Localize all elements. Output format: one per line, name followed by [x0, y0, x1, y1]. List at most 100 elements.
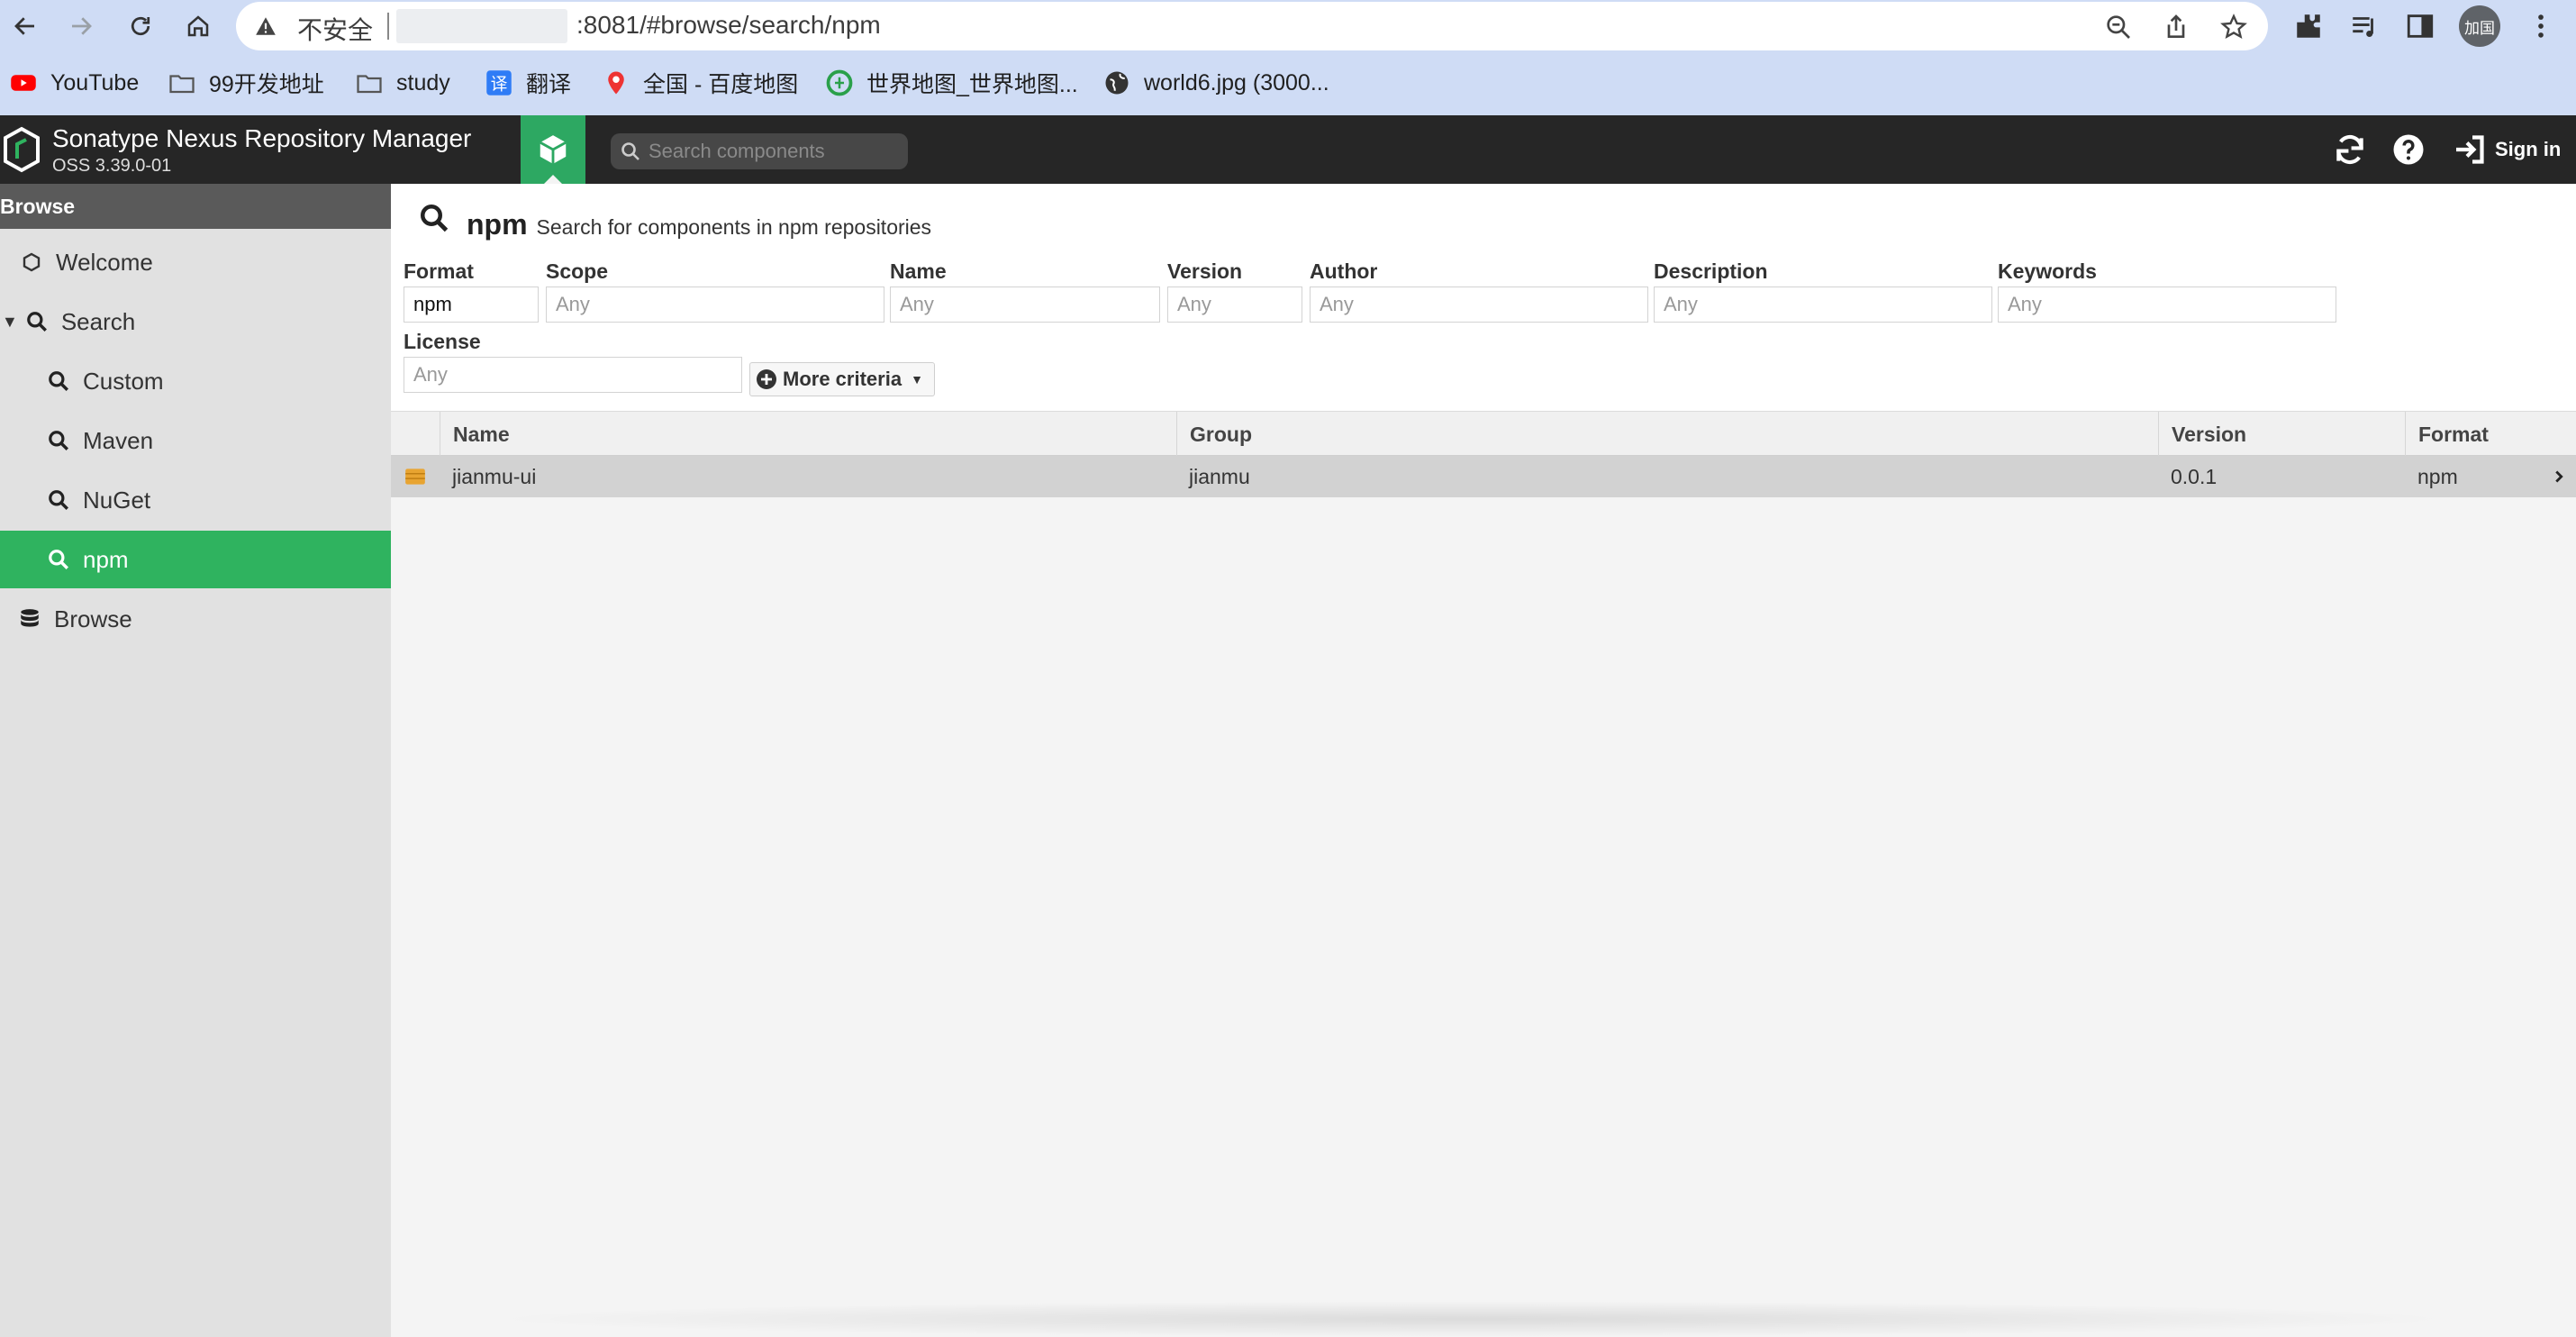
star-icon[interactable] [2219, 13, 2248, 41]
criteria-scope: Scope [546, 259, 884, 323]
column-header-name[interactable]: Name [440, 412, 668, 457]
sidebar-item-welcome[interactable]: Welcome [0, 233, 391, 291]
browse-mode-button[interactable] [521, 115, 585, 184]
browser-toolbar: 不安全 :8081/#browse/search/npm 加国 [0, 0, 2576, 52]
criteria-format: Format [404, 259, 539, 323]
page-title: npm [467, 208, 528, 241]
more-criteria-label: More criteria [783, 368, 903, 390]
back-button[interactable] [7, 8, 43, 44]
sidebar-item-npm[interactable]: npm [0, 531, 391, 588]
sidebar-item-maven[interactable]: Maven [0, 412, 391, 469]
search-icon [47, 369, 70, 393]
sidebar-item-custom[interactable]: Custom [0, 352, 391, 410]
sidebar-item-nuget[interactable]: NuGet [0, 471, 391, 529]
chevron-right-icon[interactable] [2549, 467, 2569, 487]
sidebar-item-label: Custom [83, 367, 164, 395]
name-field[interactable] [890, 286, 1160, 323]
scope-field[interactable] [546, 286, 884, 323]
criteria-label: Name [890, 259, 947, 283]
search-icon [47, 429, 70, 452]
app-title: Sonatype Nexus Repository Manager [52, 124, 472, 152]
forward-button[interactable] [63, 8, 99, 44]
zoom-out-icon[interactable] [2104, 13, 2133, 41]
criteria-keywords: Keywords [1998, 259, 2336, 323]
profile-avatar[interactable]: 加国 [2459, 5, 2500, 47]
share-icon[interactable] [2162, 13, 2191, 41]
reload-icon [131, 16, 150, 36]
bookmark-label: 99开发地址 [209, 72, 324, 97]
search-icon [421, 205, 449, 232]
help-button[interactable] [2392, 130, 2425, 169]
caret-down-icon[interactable]: ▼ [2, 313, 18, 332]
bookmark-world6[interactable]: world6.jpg (3000... [1102, 67, 1329, 99]
sidebar-item-label: Browse [54, 605, 132, 632]
extensions-icon[interactable] [2293, 11, 2324, 41]
hexagon-icon [20, 250, 43, 274]
main-panel: npm Search for components in npm reposit… [391, 184, 2576, 1337]
sign-in-button[interactable]: Sign in [2454, 130, 2561, 169]
warning-icon [256, 17, 276, 35]
search-criteria-panel: npm Search for components in npm reposit… [391, 184, 2576, 411]
bookmark-label: 全国 - 百度地图 [643, 72, 799, 97]
sidebar-item-search[interactable]: ▼ Search [0, 293, 391, 350]
criteria-label: Author [1310, 259, 1378, 283]
bookmark-baidu-map[interactable]: 全国 - 百度地图 [602, 67, 798, 99]
sidebar-item-browse[interactable]: Browse [0, 590, 391, 648]
kebab-menu-icon[interactable] [2526, 11, 2556, 41]
refresh-button[interactable] [2333, 130, 2367, 169]
address-bar[interactable]: 不安全 :8081/#browse/search/npm [236, 2, 2268, 50]
format-field[interactable] [404, 286, 539, 323]
translate-icon: 译 [485, 68, 513, 97]
url-text[interactable]: :8081/#browse/search/npm [576, 11, 881, 40]
cube-icon [540, 135, 567, 164]
side-panel-icon[interactable] [2405, 11, 2435, 41]
cell-name: jianmu-ui [452, 465, 537, 488]
plus-circle-icon [757, 369, 776, 389]
column-header-format[interactable]: Format [2405, 412, 2572, 457]
folder-icon [168, 68, 196, 97]
search-icon [47, 548, 70, 571]
search-icon [25, 310, 49, 333]
app-version: OSS 3.39.0-01 [52, 156, 172, 176]
component-search[interactable] [611, 133, 908, 169]
reload-button[interactable] [122, 8, 159, 44]
bookmark-99dev[interactable]: 99开发地址 [168, 67, 324, 99]
redacted-host [396, 9, 567, 43]
criteria-label: Format [404, 259, 474, 283]
column-header-group[interactable]: Group [1176, 412, 2158, 457]
author-field[interactable] [1310, 286, 1648, 323]
description-field[interactable] [1654, 286, 1992, 323]
sidebar-item-label: Welcome [56, 248, 153, 276]
version-field[interactable] [1167, 286, 1302, 323]
bookmark-label: YouTube [50, 69, 140, 96]
globe-icon [1102, 68, 1131, 97]
table-row[interactable]: jianmu-ui jianmu 0.0.1 npm [391, 456, 2576, 497]
bookmark-label: world6.jpg (3000... [1144, 69, 1329, 96]
sign-in-icon [2456, 135, 2484, 164]
refresh-icon [2336, 134, 2363, 165]
keywords-field[interactable] [1998, 286, 2336, 323]
criteria-label: Keywords [1998, 259, 2097, 283]
criteria-name: Name [890, 259, 1160, 323]
results-grid-header: Name Group Version Format [391, 411, 2576, 457]
component-search-input[interactable] [649, 133, 901, 169]
bottom-shadow [481, 1301, 2463, 1337]
component-icon [405, 468, 425, 485]
bookmark-study[interactable]: study [355, 67, 450, 99]
bookmark-world-map[interactable]: 世界地图_世界地图... [825, 67, 1078, 99]
home-button[interactable] [180, 8, 216, 44]
address-separator [387, 13, 389, 40]
search-icon [621, 142, 639, 160]
arrow-left-icon [14, 17, 34, 35]
sign-in-label: Sign in [2495, 138, 2562, 160]
bookmark-youtube[interactable]: YouTube [9, 67, 139, 99]
cell-format: npm [2417, 465, 2458, 488]
license-field[interactable] [404, 357, 742, 393]
bookmark-translate[interactable]: 译 翻译 [485, 67, 571, 99]
bookmarks-bar: YouTube 99开发地址 study 译 翻译 全国 - 百度地图 世界地图… [0, 58, 2576, 108]
criteria-description: Description [1654, 259, 1992, 323]
media-control-icon[interactable] [2349, 11, 2380, 41]
home-icon [187, 15, 209, 37]
more-criteria-button[interactable]: More criteria ▼ [749, 362, 935, 396]
column-header-version[interactable]: Version [2158, 412, 2405, 457]
